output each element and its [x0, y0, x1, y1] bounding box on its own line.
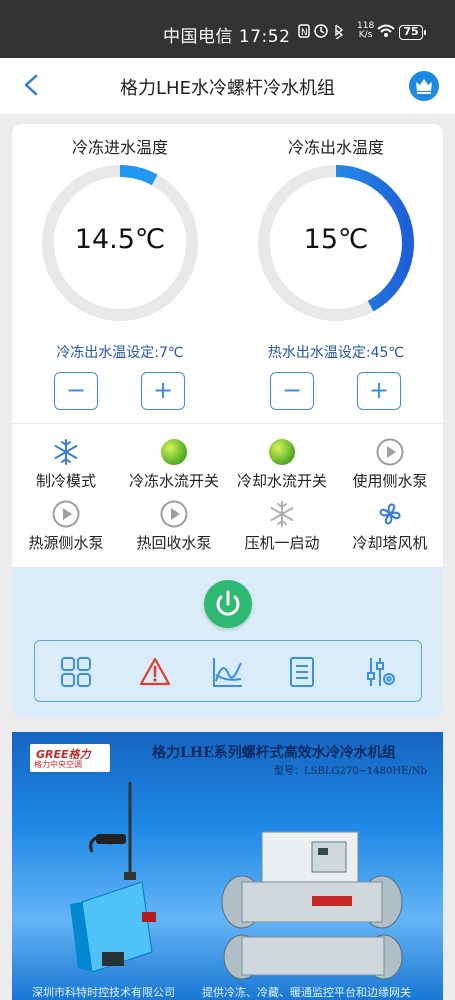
chilled-increase-button[interactable]: +: [141, 372, 185, 410]
status-icons: N: [298, 23, 356, 43]
inlet-temp-label: 冷冻进水温度: [71, 138, 168, 157]
snowflake-icon: [54, 439, 78, 465]
chilled-decrease-button[interactable]: −: [54, 372, 98, 410]
carrier-time: 中国电信 17:52: [163, 27, 291, 47]
battery-indicator: 75: [399, 25, 426, 40]
status-label: 使用侧水泵: [352, 472, 428, 490]
grid-icon[interactable]: [59, 655, 93, 689]
banner-services: 提供冷冻、冷藏、暖通监控平台和边缘网关: [202, 986, 411, 999]
crown-icon[interactable]: [409, 71, 439, 101]
promo-banner[interactable]: GREE格力 格力中央空调 格力LHE系列螺杆式高效水冷冷水机组 型号：LSBL…: [12, 732, 443, 1000]
outlet-temp-label: 冷冻出水温度: [287, 138, 384, 157]
function-toolbar: [34, 640, 422, 702]
settings-icon[interactable]: [363, 655, 397, 689]
status-label: 冷冻水流开关: [128, 472, 219, 490]
hot-decrease-button[interactable]: −: [270, 372, 314, 410]
status-label: 冷却塔风机: [352, 534, 428, 552]
alarm-icon[interactable]: [138, 655, 172, 689]
snowflake-icon: [270, 501, 294, 527]
status-tower-fan: 冷却塔风机: [336, 500, 444, 553]
inlet-temp-value: 14.5℃: [74, 224, 166, 255]
curve-icon[interactable]: [211, 655, 245, 689]
banner-title: 格力LHE系列螺杆式高效水冷冷水机组: [152, 745, 396, 761]
status-label: 压机一启动: [244, 534, 320, 552]
banner-illustration: [70, 782, 403, 980]
green-light-icon: [269, 439, 295, 465]
status-label: 制冷模式: [35, 472, 96, 490]
status-cooling-flow-switch: 冷却水流开关: [228, 438, 336, 491]
status-label: 热源侧水泵: [28, 534, 104, 552]
section-divider: [12, 423, 443, 424]
wifi-icon: [377, 24, 395, 37]
pump-play-icon: [376, 438, 404, 466]
banner-company: 深圳市科特时控技术有限公司: [32, 986, 175, 999]
status-bar: 中国电信 17:52 N 118 K/s 75: [0, 0, 455, 58]
green-light-icon: [161, 439, 187, 465]
status-label: 热回收水泵: [136, 534, 212, 552]
logo-subtext: 格力中央空调: [34, 760, 82, 769]
hot-setpoint-label: 热水出水温设定:45℃: [267, 345, 405, 361]
hot-increase-button[interactable]: +: [357, 372, 401, 410]
pump-play-icon: [160, 500, 188, 528]
status-heat-recovery-pump: 热回收水泵: [120, 500, 228, 553]
svg-text:N: N: [301, 28, 308, 38]
list-icon[interactable]: [285, 655, 319, 689]
power-button[interactable]: [204, 580, 252, 628]
status-label: 冷却水流开关: [236, 472, 327, 490]
status-heat-source-pump: 热源侧水泵: [12, 500, 120, 553]
outlet-temp-value: 15℃: [303, 224, 369, 255]
status-cooling-mode: 制冷模式: [12, 438, 120, 491]
net-speed-unit: K/s: [358, 30, 373, 40]
status-compressor-1: 压机一启动: [228, 500, 336, 553]
power-icon: [216, 590, 240, 616]
status-user-pump: 使用侧水泵: [336, 438, 444, 491]
app-header: 格力LHE水冷螺杆冷水机组: [0, 58, 455, 114]
pump-play-icon: [52, 500, 80, 528]
chilled-setpoint-label: 冷冻出水温设定:7℃: [56, 345, 184, 361]
status-chilled-flow-switch: 冷冻水流开关: [120, 438, 228, 491]
page-title: 格力LHE水冷螺杆冷水机组: [120, 78, 335, 99]
fan-icon: [379, 503, 401, 525]
gree-logo: GREE格力 格力中央空调: [30, 744, 110, 772]
net-speed: 118 K/s: [357, 22, 374, 40]
